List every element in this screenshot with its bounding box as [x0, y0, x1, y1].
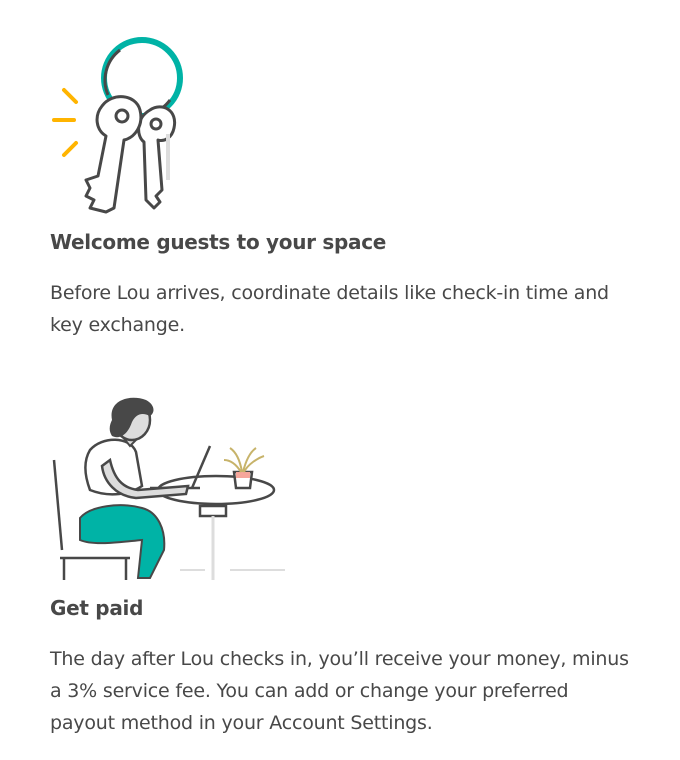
section-description: The day after Lou checks in, you’ll rece…	[50, 648, 629, 734]
get-paid-section: Get paid The day after Lou checks in, yo…	[50, 390, 650, 750]
section-description: Before Lou arrives, coordinate details l…	[50, 282, 609, 336]
person-at-laptop-illustration-icon	[52, 397, 285, 580]
welcome-guests-section: Welcome guests to your space Before Lou …	[50, 0, 650, 350]
section-heading: Welcome guests to your space	[50, 230, 387, 254]
keys-illustration-icon	[52, 37, 183, 214]
section-heading: Get paid	[50, 596, 144, 620]
